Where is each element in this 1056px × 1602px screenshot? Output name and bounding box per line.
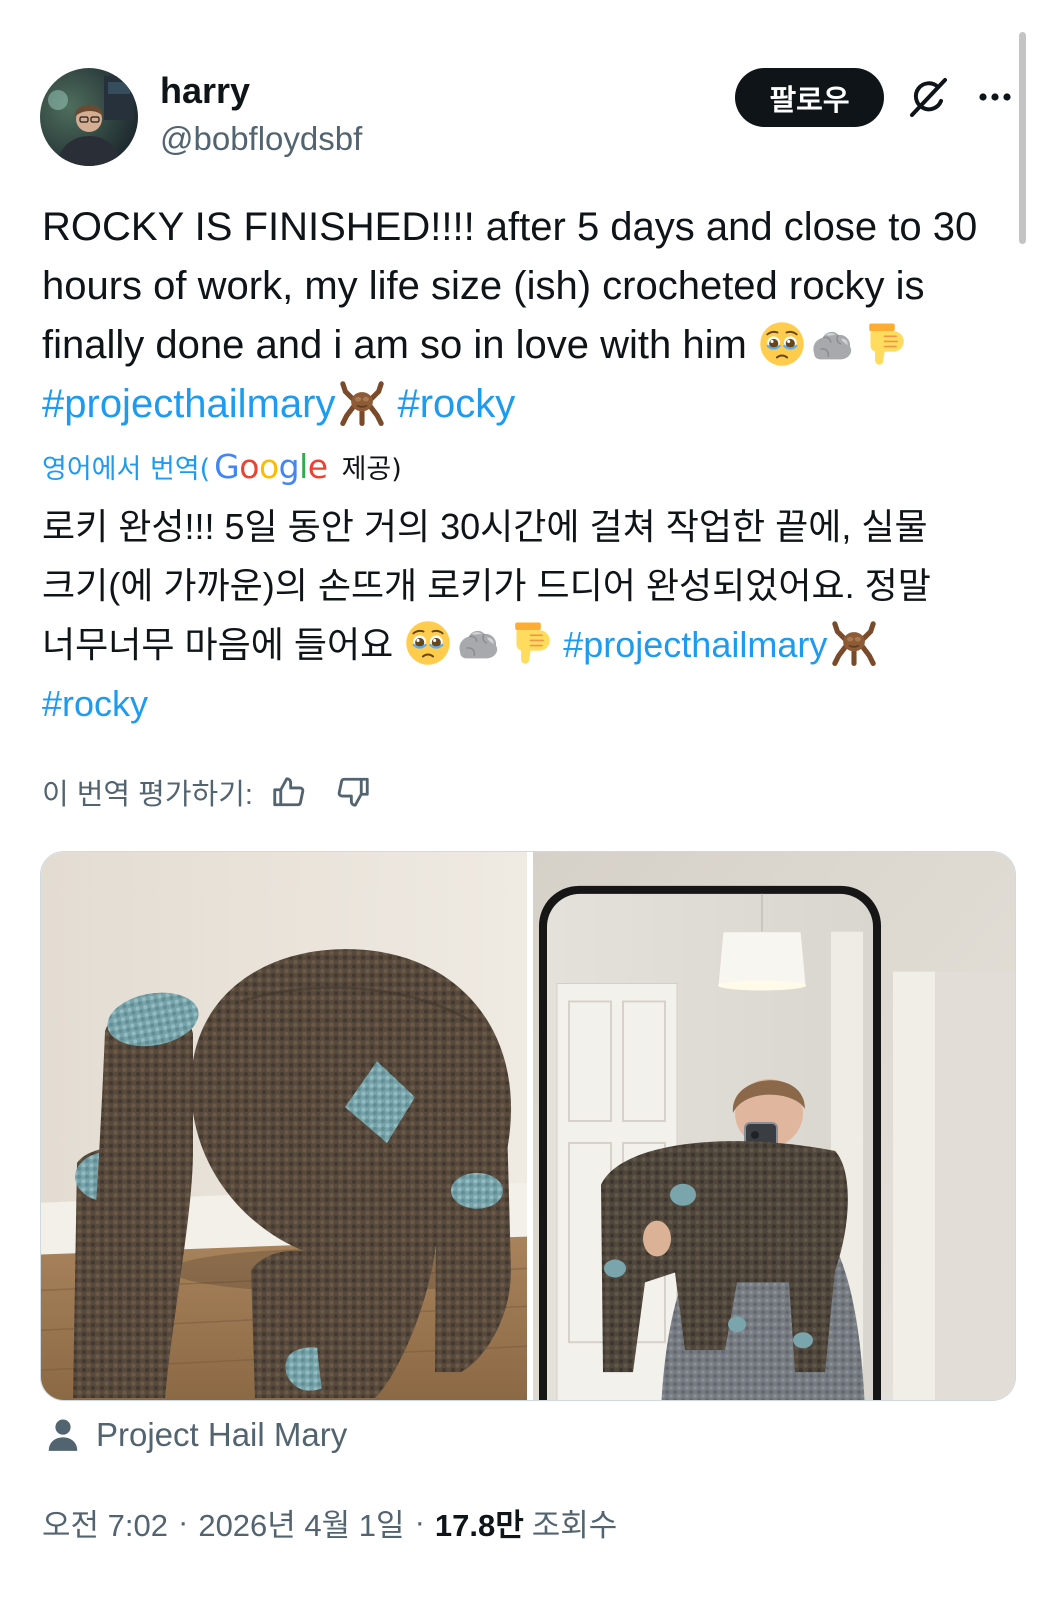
views-count: 17.8만 [434,1507,524,1543]
rock-emoji [813,331,852,360]
tweet-time[interactable]: 오전 7:02 [42,1500,168,1545]
person-icon [48,1419,78,1451]
hashtag-projecthailmary[interactable]: #projecthailmary [42,382,335,426]
thumbs-down-icon[interactable] [335,774,371,810]
location-tag[interactable]: Project Hail Mary [44,1413,347,1457]
rocky-emoji [340,381,385,426]
translation-label: 영어에서 번역( Google 제공) [42,446,402,486]
rock-emoji [459,630,498,659]
author-handle[interactable]: @bobfloydsbf [160,117,362,161]
hashtag-projecthailmary[interactable]: #projecthailmary [563,624,827,665]
tweet-line-text: finally done and i am so in love with hi… [42,323,747,367]
hashtag-rocky[interactable]: #rocky [397,382,515,426]
crochet-rocky-photo [41,852,527,1400]
translated-line: 크기(에 가까운)의 손뜨개 로키가 드디어 완성되었어요. 정말 [42,565,931,606]
separator: · [178,1504,189,1539]
media-grid [40,851,1016,1401]
translated-line: 로키 완성!!! 5일 동안 거의 30시간에 걸쳐 작업한 끝에, 실물 [42,506,928,547]
tweet-meta: 오전 7:02 · 2026년 4월 1일 · 17.8만 조회수 [42,1500,617,1544]
tweet-line: finally done and i am so in love with hi… [42,316,1017,375]
translation-provider-suffix: 제공) [341,453,402,485]
avatar-image [40,68,138,166]
google-logo: Google [214,446,328,486]
thumbs-down-emoji [869,323,904,365]
location-name: Project Hail Mary [96,1416,348,1453]
translated-text: 로키 완성!!! 5일 동안 거의 30시간에 걸쳐 작업한 끝에, 실물 크기… [42,497,1017,733]
grok-icon[interactable] [905,74,951,120]
views-label: 조회수 [531,1507,618,1543]
tweet-date[interactable]: 2026년 4월 1일 [198,1500,404,1545]
hashtag-rocky[interactable]: #rocky [42,683,148,724]
media-photo[interactable] [533,852,1015,1400]
rocky-emoji [832,621,877,666]
media-photo[interactable] [41,852,527,1400]
follow-button[interactable]: 팔로우 [735,68,884,127]
face-holding-back-tears-emoji [406,621,450,665]
tweet-line: hours of work, my life size (ish) croche… [42,264,925,308]
tweet-line: #projecthailmary #rocky [42,375,1017,434]
separator: · [414,1504,425,1539]
more-icon[interactable] [975,84,1015,110]
translate-link[interactable]: 영어에서 번역( [42,447,210,486]
rate-translation: 이 번역 평가하기: [42,771,371,813]
rate-translation-label: 이 번역 평가하기: [42,779,253,811]
translated-line: 너무너무 마음에 들어요 #projecthailmary [42,615,1017,674]
scrollbar[interactable] [1019,32,1026,244]
thumbs-down-emoji [515,622,550,664]
avatar[interactable] [40,68,138,166]
face-holding-back-tears-emoji [760,322,804,366]
translated-line-text: 너무너무 마음에 들어요 [42,624,394,665]
mirror-selfie-photo [533,852,1015,1400]
author-name[interactable]: harry [160,68,250,114]
translated-line: #rocky [42,674,1017,733]
tweet-text: ROCKY IS FINISHED!!!! after 5 days and c… [42,198,1017,434]
tweet-line: ROCKY IS FINISHED!!!! after 5 days and c… [42,205,978,249]
thumbs-up-icon[interactable] [271,774,307,810]
